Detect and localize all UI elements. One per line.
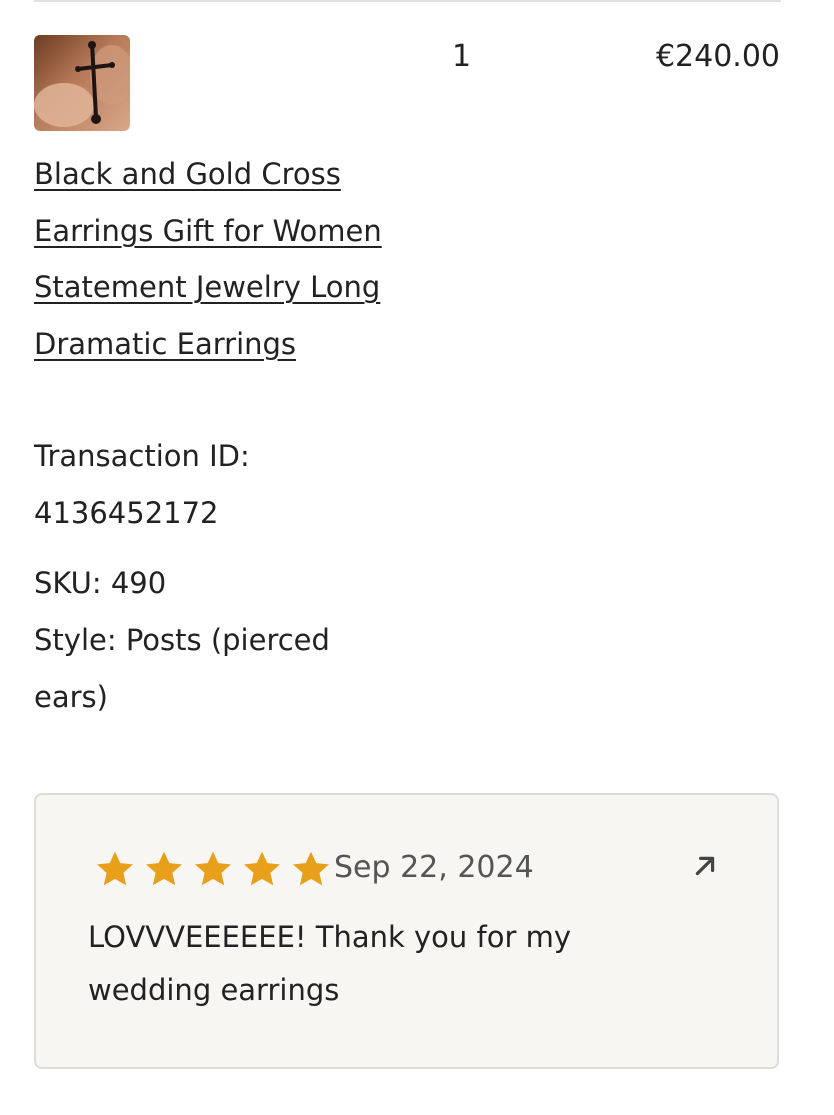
review-card: Sep 22, 2024 LOVVVEEEEEE! Thank you for … [34,793,779,1069]
star-icon [146,851,182,886]
star-icon [97,851,133,886]
transaction-label: Transaction ID: [34,439,250,473]
style-option: Style: Posts (pierced ears) [34,623,330,714]
review-text: LOVVVEEEEEE! Thank you for my wedding ea… [88,920,572,1007]
arrow-up-right-icon[interactable] [692,853,718,879]
transaction-value: 4136452172 [34,495,219,530]
star-rating [92,847,334,891]
product-title-link[interactable]: Black and Gold Cross Earrings Gift for W… [34,146,394,372]
quantity: 1 [452,39,472,74]
star-icon [293,851,329,886]
product-thumbnail[interactable] [34,35,130,131]
price: €240.00 [655,39,780,74]
star-icon [244,851,280,886]
transaction-id: Transaction ID: 4136452172 [34,428,334,541]
review-date: Sep 22, 2024 [334,850,534,885]
divider [34,0,781,2]
sku: SKU: 490 [34,566,167,600]
star-icon [195,851,231,886]
